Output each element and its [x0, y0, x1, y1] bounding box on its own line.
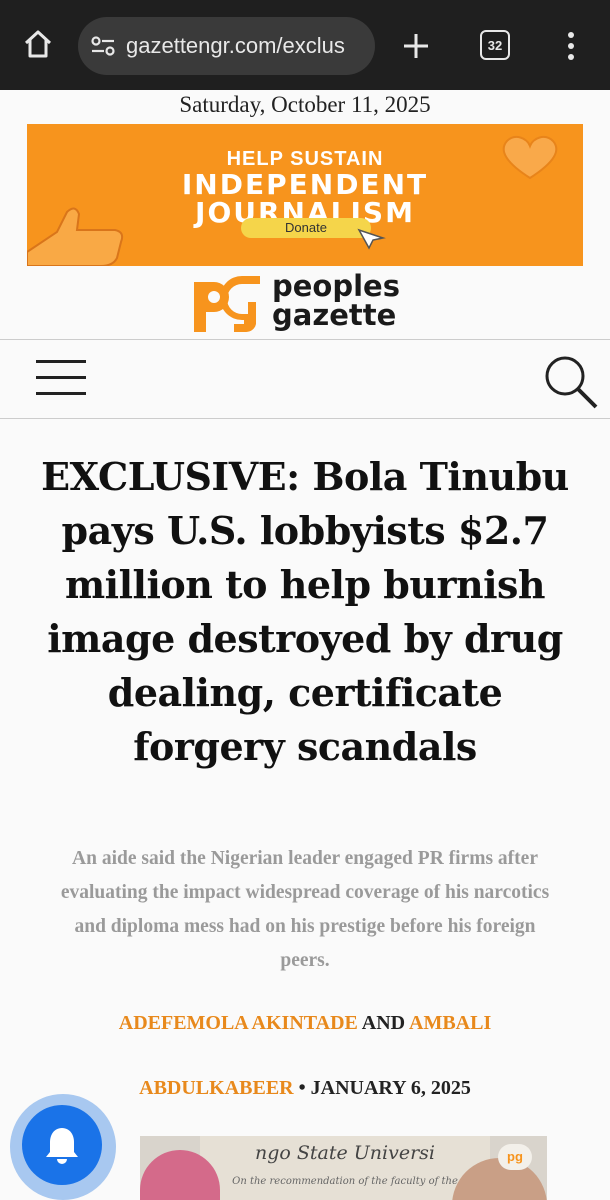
certificate-title: ngo State Universi	[255, 1142, 435, 1164]
author-link[interactable]: AMBALI	[409, 1012, 491, 1034]
cursor-icon	[357, 228, 387, 250]
url-text[interactable]: gazettengr.com/exclus	[126, 33, 371, 59]
notification-bell-button[interactable]	[22, 1105, 102, 1185]
site-navbar	[0, 339, 610, 419]
tab-switcher-button[interactable]: 32	[480, 30, 510, 60]
byline-separator: •	[298, 1077, 306, 1099]
address-bar[interactable]: gazettengr.com/exclus	[78, 17, 375, 75]
byline: ADEFEMOLA AKINTADE AND AMBALI	[0, 1012, 610, 1035]
article-hero-image[interactable]: ngo State Universi On the recommendation…	[140, 1136, 547, 1200]
article-date: JANUARY 6, 2025	[310, 1077, 471, 1099]
site-logo[interactable]: peoples gazette	[190, 272, 420, 336]
pg-watermark: pg	[498, 1144, 532, 1170]
current-date: Saturday, October 11, 2025	[179, 92, 431, 117]
more-options-icon[interactable]	[556, 26, 586, 66]
bell-icon	[46, 1128, 78, 1164]
logo-wordmark: peoples gazette	[272, 272, 400, 330]
author-link[interactable]: ADEFEMOLA AKINTADE	[119, 1012, 358, 1034]
donate-button[interactable]: Donate	[241, 218, 371, 238]
certificate-image: ngo State Universi On the recommendation…	[200, 1136, 490, 1200]
menu-icon[interactable]	[36, 358, 88, 398]
new-tab-icon[interactable]	[396, 26, 436, 66]
logo-line-1: peoples	[272, 269, 400, 303]
byline-continued: ABDULKABEER • JANUARY 6, 2025	[0, 1077, 610, 1100]
search-icon[interactable]	[540, 352, 602, 412]
author-link[interactable]: ABDULKABEER	[139, 1077, 293, 1099]
logo-line-2: gazette	[272, 298, 397, 332]
article-headline: EXCLUSIVE: Bola Tinubu pays U.S. lobbyis…	[41, 454, 569, 769]
pg-logo-icon	[190, 276, 270, 334]
home-icon[interactable]	[18, 24, 58, 64]
byline-and: AND	[361, 1012, 406, 1034]
certificate-subtitle: On the recommendation of the faculty of …	[232, 1176, 458, 1187]
article-summary: An aide said the Nigerian leader engaged…	[60, 848, 550, 971]
site-settings-icon[interactable]	[88, 31, 118, 61]
donation-banner[interactable]: HELP SUSTAIN INDEPENDENT JOURNALISM Dona…	[27, 124, 583, 266]
browser-toolbar: gazettengr.com/exclus 32	[0, 0, 610, 90]
